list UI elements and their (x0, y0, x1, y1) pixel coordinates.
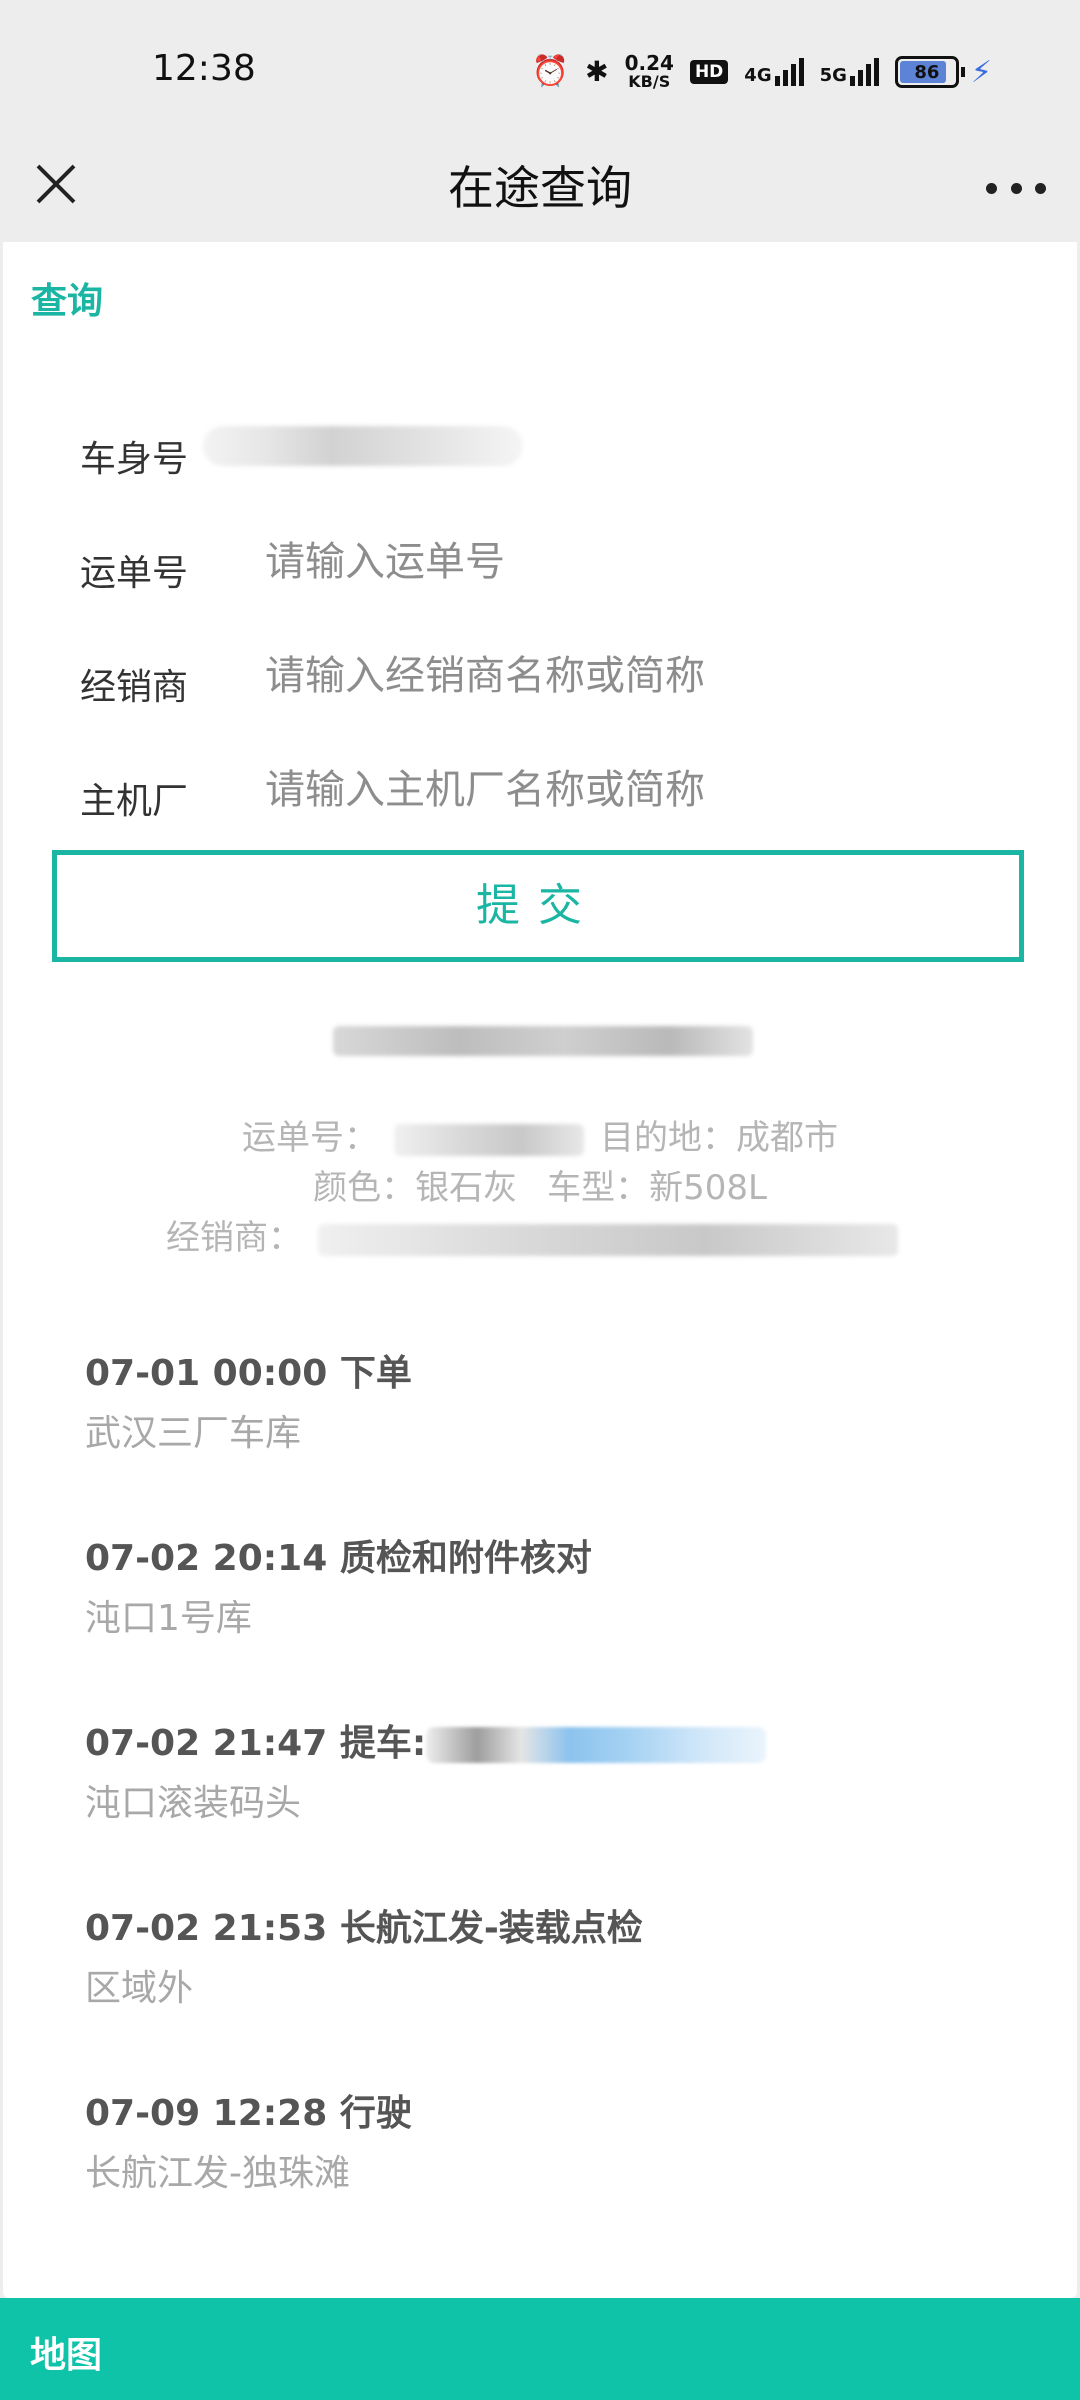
timeline-event: 质检和附件核对 (339, 1538, 592, 1579)
bluetooth-icon: ✱ (585, 55, 609, 88)
timeline-time: 07-02 21:47 (85, 1723, 328, 1764)
timeline-item: 07-02 21:53 长航江发-装载点检 区域外 (85, 1899, 1025, 2011)
more-options-button[interactable] (986, 168, 1046, 208)
summary-color: 银石灰 (415, 1168, 518, 1208)
net-speed: 0.24 KB/S (625, 53, 674, 91)
signal-5g-label: 5G (819, 65, 847, 86)
timeline-event: 长航江发-装载点检 (339, 1908, 643, 1949)
timeline-location: 武汉三厂车库 (85, 1413, 302, 1454)
dealer-row: 经销商 (3, 638, 1077, 718)
timeline-title: 07-09 12:28 行驶 (85, 2084, 1025, 2136)
timeline-location: 长航江发-独珠滩 (85, 2153, 350, 2194)
timeline-item: 07-01 00:00 下单 武汉三厂车库 (85, 1344, 1025, 1456)
timeline-title: 07-02 21:53 长航江发-装载点检 (85, 1899, 1025, 1951)
timeline-location: 区域外 (85, 1968, 194, 2009)
manufacturer-row: 主机厂 (3, 752, 1077, 832)
signal-5g-icon: 5G (820, 58, 879, 86)
status-icons: ⏰ ✱ 0.24 KB/S HD 4G 5G 86 ⚡ (532, 50, 992, 94)
summary-dealer-redacted (318, 1223, 898, 1256)
signal-4g-icon: 4G (744, 58, 804, 86)
timeline-time: 07-09 12:28 (85, 2093, 328, 2134)
query-section-label: 查询 (31, 281, 104, 322)
timeline-driver-redacted (426, 1727, 767, 1763)
more-dot-icon (986, 182, 997, 194)
summary-waybill-line: 运单号： 目的地：成都市 (3, 1110, 1077, 1159)
status-time: 12:38 (152, 48, 256, 89)
summary-waybill-label: 运单号： (242, 1118, 378, 1158)
summary-destination: 成都市 (736, 1118, 838, 1158)
signal-4g-label: 4G (744, 65, 772, 86)
hd-badge: HD (689, 60, 729, 84)
summary-destination-label: 目的地： (600, 1118, 736, 1158)
timeline-title: 07-02 21:47 提车: (85, 1714, 1025, 1766)
manufacturer-label: 主机厂 (80, 781, 189, 822)
net-speed-unit: KB/S (628, 71, 671, 91)
summary-waybill-redacted (394, 1123, 584, 1156)
status-bar: 12:38 ⏰ ✱ 0.24 KB/S HD 4G 5G 86 ⚡ (0, 0, 1080, 130)
timeline-event: 提车: (339, 1723, 427, 1764)
alarm-icon: ⏰ (531, 54, 570, 89)
query-card: 查询 车身号 运单号 经销商 主机厂 提交 运单号： 目的地：成都市 颜色：银石灰… (3, 242, 1077, 2298)
map-label: 地图 (30, 2335, 103, 2376)
timeline-time: 07-02 20:14 (85, 1538, 328, 1579)
battery-icon: 86 (894, 56, 959, 88)
summary-model: 新508L (649, 1168, 767, 1208)
timeline-time: 07-01 00:00 (85, 1353, 328, 1394)
battery-cap (960, 67, 965, 77)
dealer-input[interactable] (265, 644, 1025, 708)
timeline-item: 07-09 12:28 行驶 长航江发-独珠滩 (85, 2084, 1025, 2196)
timeline-title: 07-02 20:14 质检和附件核对 (85, 1529, 1025, 1581)
summary-dealer-label: 经销商： (166, 1218, 302, 1258)
timeline-title: 07-01 00:00 下单 (85, 1344, 1025, 1396)
summary-vehicle-line: 颜色：银石灰 车型：新508L (3, 1160, 1077, 1209)
timeline-item: 07-02 21:47 提车: 沌口滚装码头 (85, 1714, 1025, 1826)
waybill-row: 运单号 (3, 524, 1077, 604)
waybill-input[interactable] (265, 530, 1025, 594)
timeline-item: 07-02 20:14 质检和附件核对 沌口1号库 (85, 1529, 1025, 1641)
timeline-event: 行驶 (339, 2093, 412, 2134)
summary-vin-redacted (333, 1026, 753, 1056)
timeline-location: 沌口滚装码头 (85, 1783, 302, 1824)
summary-dealer-line: 经销商： (3, 1210, 1077, 1259)
nav-header: 在途查询 (0, 130, 1080, 242)
vin-row: 车身号 (3, 410, 1077, 490)
summary-color-label: 颜色： (313, 1168, 416, 1208)
waybill-label: 运单号 (80, 553, 189, 594)
dealer-label: 经销商 (80, 667, 189, 708)
submit-button[interactable]: 提交 (52, 850, 1024, 962)
timeline-event: 下单 (339, 1353, 412, 1394)
more-dot-icon (1010, 182, 1022, 194)
vin-value-redacted[interactable] (203, 426, 523, 466)
timeline-location: 沌口1号库 (85, 1598, 252, 1639)
charging-icon: ⚡ (970, 54, 992, 90)
timeline-time: 07-02 21:53 (85, 1908, 328, 1949)
manufacturer-input[interactable] (265, 758, 1025, 822)
vin-label: 车身号 (80, 439, 189, 480)
page-title: 在途查询 (448, 161, 632, 215)
battery-level: 86 (914, 61, 940, 83)
summary-model-label: 车型： (547, 1168, 650, 1208)
map-bar[interactable]: 地图 (0, 2298, 1080, 2400)
more-dot-icon (1035, 182, 1046, 194)
